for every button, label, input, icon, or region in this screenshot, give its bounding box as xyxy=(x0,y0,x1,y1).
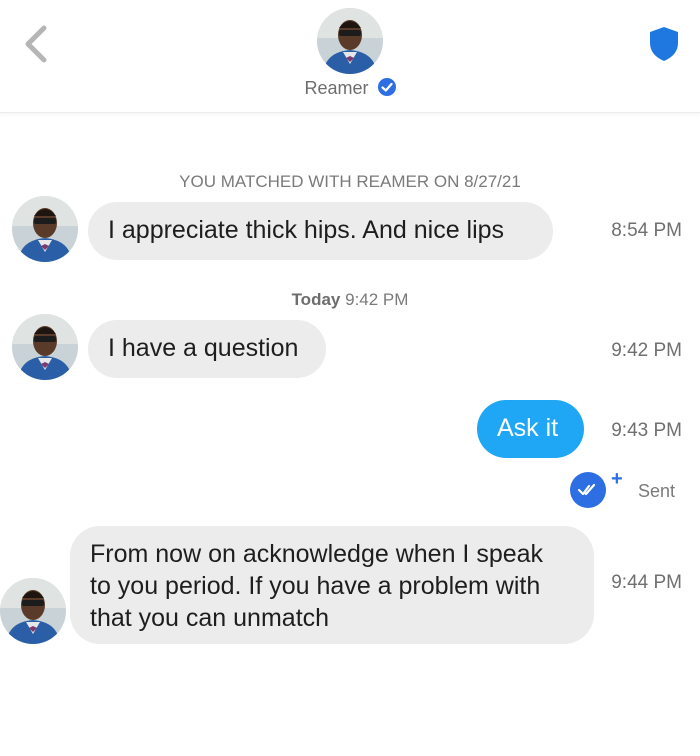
message-text: Ask it xyxy=(497,414,559,442)
message-text: I have a question xyxy=(108,334,299,362)
message-time: 9:44 PM xyxy=(611,572,682,593)
chevron-left-icon xyxy=(25,25,47,63)
message-bubble-outgoing[interactable]: Ask it xyxy=(477,400,584,458)
sender-avatar[interactable] xyxy=(12,196,78,262)
match-notice: YOU MATCHED WITH REAMER ON 8/27/21 xyxy=(179,172,521,191)
message-text-line: to you period. If you have a problem wit… xyxy=(90,572,541,600)
separator-day: Today xyxy=(291,290,341,309)
sender-avatar[interactable] xyxy=(0,578,66,644)
sent-label: Sent xyxy=(638,481,676,501)
match-avatar[interactable] xyxy=(317,8,383,74)
message-bubble-incoming[interactable]: I have a question xyxy=(88,320,326,378)
double-check-icon xyxy=(570,472,606,508)
shield-icon xyxy=(650,27,678,61)
back-button[interactable] xyxy=(18,22,54,66)
chat-header: Reamer xyxy=(0,0,700,113)
message-text-line: From now on acknowledge when I speak xyxy=(90,540,544,568)
message-text-line: that you can unmatch xyxy=(90,604,330,632)
match-name: Reamer xyxy=(304,78,369,98)
match-name-row[interactable]: Reamer xyxy=(0,78,700,99)
message-text: I appreciate thick hips. And nice lips xyxy=(108,216,505,244)
verified-check-icon xyxy=(377,78,396,96)
separator-time: 9:42 PM xyxy=(345,290,409,309)
day-separator: Today 9:42 PM xyxy=(0,290,700,310)
sender-avatar[interactable] xyxy=(12,314,78,380)
message-time: 9:42 PM xyxy=(611,340,682,361)
message-time: 8:54 PM xyxy=(611,220,682,241)
message-status: + Sent xyxy=(570,468,690,508)
safety-shield-button[interactable] xyxy=(648,26,680,62)
message-bubble-incoming[interactable]: I appreciate thick hips. And nice lips xyxy=(88,202,553,260)
plus-icon: + xyxy=(611,468,623,490)
message-time: 9:43 PM xyxy=(611,420,682,441)
message-bubble-incoming[interactable]: From now on acknowledge when I speak to … xyxy=(70,526,594,644)
